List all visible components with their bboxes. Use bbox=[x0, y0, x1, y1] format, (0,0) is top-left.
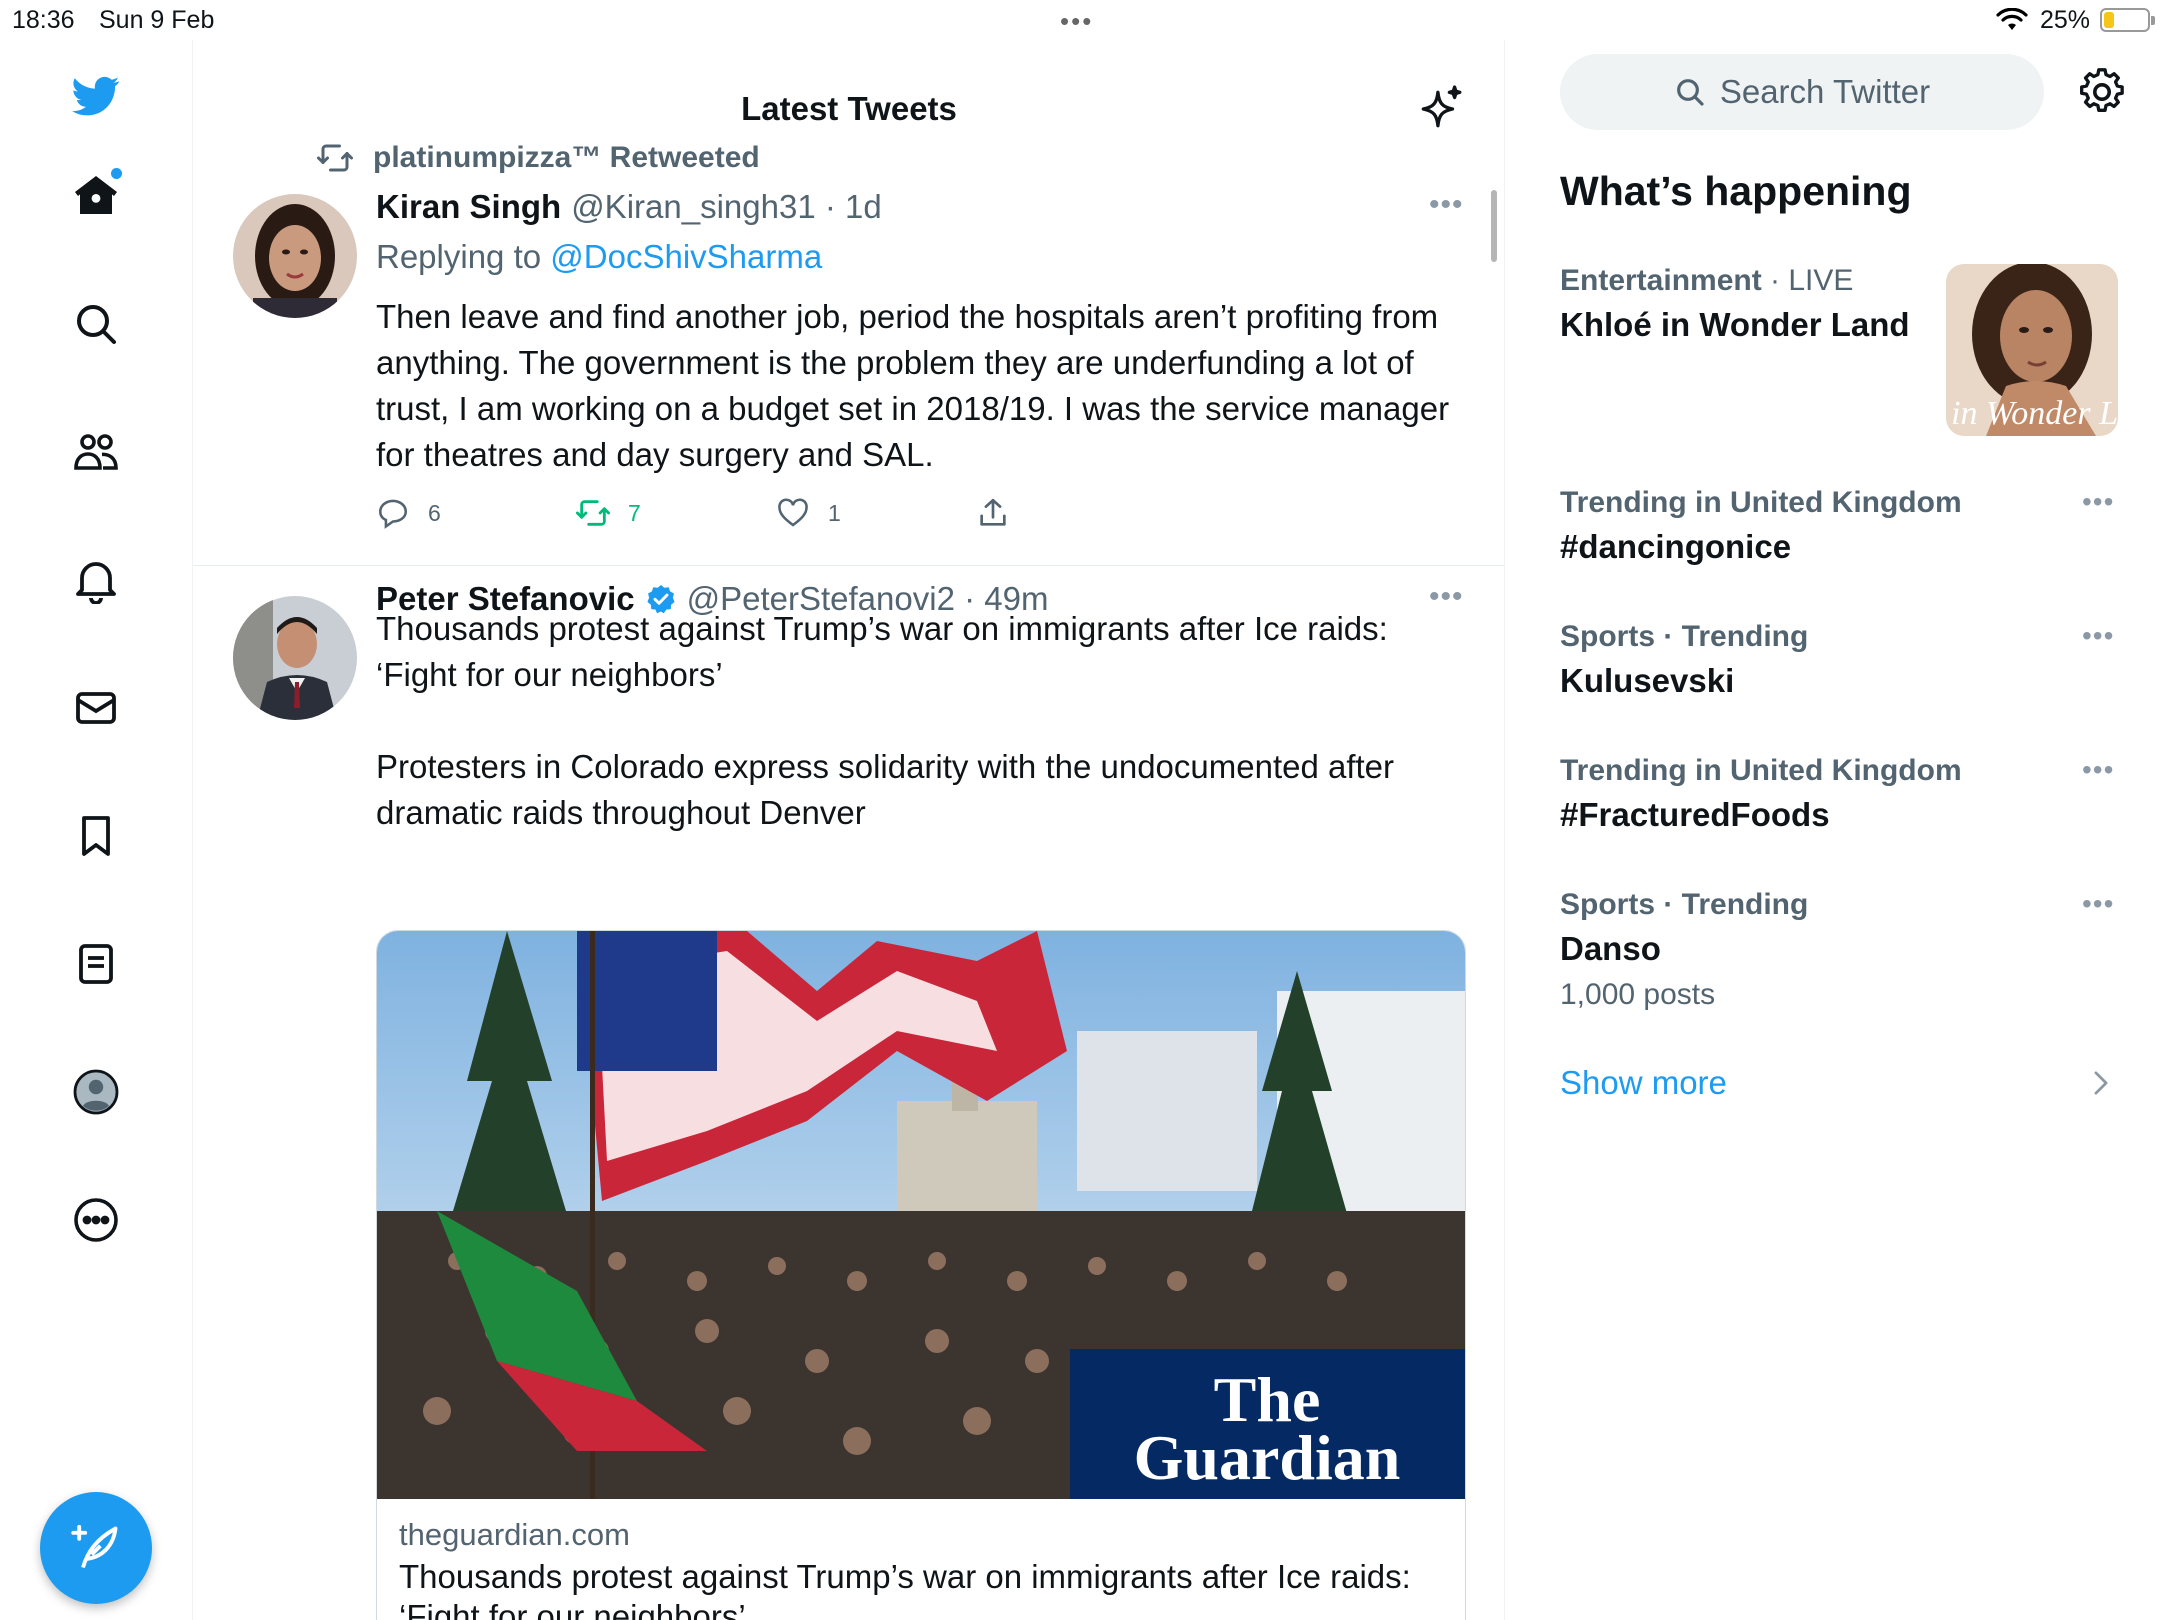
search-icon[interactable] bbox=[56, 284, 136, 364]
trend-category: Sports · Trending bbox=[1560, 888, 1809, 921]
guardian-logo-text-2: Guardian bbox=[1134, 1422, 1401, 1493]
retweet-icon bbox=[317, 144, 353, 172]
link-card[interactable]: The Guardian theguardian.com Thousands p… bbox=[376, 930, 1466, 1620]
heart-icon bbox=[778, 498, 808, 527]
lists-icon[interactable] bbox=[56, 924, 136, 1004]
communities-icon[interactable] bbox=[56, 412, 136, 492]
like-button[interactable]: 1 bbox=[776, 496, 841, 530]
twitter-logo-icon[interactable] bbox=[56, 56, 136, 136]
wifi-icon bbox=[1996, 8, 2028, 30]
reply-mention-link[interactable]: @DocShivSharma bbox=[550, 238, 822, 275]
trend-item[interactable]: Sports · Trending Danso 1,000 posts bbox=[1560, 888, 2120, 1012]
retweet-count: 7 bbox=[628, 499, 641, 526]
battery-icon bbox=[2100, 8, 2155, 32]
author-name[interactable]: Kiran Singh bbox=[376, 188, 561, 226]
left-navigation bbox=[0, 40, 193, 1620]
tweet[interactable]: Peter Stefanovic @PeterStefanovi2 · 49m … bbox=[193, 566, 1504, 1620]
messages-icon[interactable] bbox=[56, 668, 136, 748]
share-icon bbox=[980, 498, 1006, 526]
trend-category: Trending in United Kingdom bbox=[1560, 486, 1962, 519]
notifications-icon[interactable] bbox=[56, 540, 136, 620]
status-bar: 18:36 Sun 9 Feb ••• 25% bbox=[0, 0, 2160, 40]
profile-icon[interactable] bbox=[56, 1052, 136, 1132]
replying-to: Replying to @DocShivSharma bbox=[376, 238, 822, 276]
avatar[interactable] bbox=[233, 194, 357, 318]
retweeted-by: platinumpizza™ Retweeted bbox=[315, 140, 760, 176]
retweet-button[interactable]: 7 bbox=[576, 496, 641, 530]
show-more-link[interactable]: Show more bbox=[1560, 1064, 1727, 1102]
trend-live: · LIVE bbox=[1761, 264, 1854, 297]
link-card-domain: theguardian.com bbox=[399, 1517, 630, 1552]
like-count: 1 bbox=[828, 499, 841, 526]
trend-more-icon[interactable]: ••• bbox=[2082, 888, 2114, 920]
tweet[interactable]: platinumpizza™ Retweeted Kiran Singh @Ki… bbox=[193, 40, 1504, 570]
compose-icon bbox=[71, 1524, 118, 1569]
chevron-right-icon[interactable] bbox=[2088, 1066, 2114, 1100]
notification-dot bbox=[111, 168, 122, 179]
more-icon[interactable] bbox=[56, 1180, 136, 1260]
section-title: What’s happening bbox=[1560, 168, 1912, 214]
tweet-text: Then leave and find another job, period … bbox=[376, 298, 1459, 473]
tweet-more-icon[interactable]: ••• bbox=[1429, 188, 1464, 222]
trend-name: #dancingonice bbox=[1560, 528, 1792, 565]
avatar[interactable] bbox=[233, 596, 357, 720]
trend-category: Trending in United Kingdom bbox=[1560, 754, 1962, 787]
trend-item[interactable]: Sports · Trending Kulusevski bbox=[1560, 620, 2120, 700]
search-placeholder: Search Twitter bbox=[1719, 73, 1931, 110]
trend-item[interactable]: Trending in United Kingdom #FracturedFoo… bbox=[1560, 754, 2120, 834]
trend-thumbnail[interactable]: é in Wonder L bbox=[1946, 264, 2118, 436]
link-card-image: The Guardian bbox=[377, 931, 1465, 1499]
share-button[interactable] bbox=[976, 496, 1010, 530]
tweet-actions: 6 7 1 bbox=[376, 496, 1276, 536]
timeline: Latest Tweets platinumpizza™ Retweeted K… bbox=[193, 40, 1505, 1620]
home-icon[interactable] bbox=[56, 156, 136, 236]
trend-more-icon[interactable]: ••• bbox=[2082, 486, 2114, 518]
reply-button[interactable]: 6 bbox=[376, 496, 441, 530]
author-handle-time: @Kiran_singh31 · 1d bbox=[571, 188, 882, 225]
link-card-title: Thousands protest against Trump’s war on… bbox=[399, 1558, 1411, 1620]
replying-prefix: Replying to bbox=[376, 238, 542, 275]
status-date: Sun 9 Feb bbox=[99, 6, 215, 34]
trend-name: Danso bbox=[1560, 930, 1661, 967]
tweet-author-row: Kiran Singh @Kiran_singh31 · 1d bbox=[376, 188, 882, 226]
retweeted-by-label: platinumpizza™ Retweeted bbox=[373, 141, 760, 174]
trend-category: Entertainment bbox=[1560, 264, 1762, 297]
trend-thumbnail-text: é in Wonder L bbox=[1946, 395, 2118, 432]
reply-icon bbox=[378, 499, 408, 529]
trend-more-icon[interactable]: ••• bbox=[2082, 620, 2114, 652]
retweet-icon bbox=[576, 500, 610, 526]
trend-name: Kulusevski bbox=[1560, 662, 1735, 699]
multitasking-dots-icon[interactable]: ••• bbox=[1060, 6, 1093, 37]
trend-more-icon[interactable]: ••• bbox=[2082, 754, 2114, 786]
compose-tweet-button[interactable] bbox=[40, 1492, 152, 1604]
bookmarks-icon[interactable] bbox=[56, 796, 136, 876]
tweet-text: Thousands protest against Trump’s war on… bbox=[376, 610, 1395, 831]
right-sidebar: Search Twitter What’s happening Entertai… bbox=[1506, 40, 2160, 1620]
search-icon bbox=[1676, 79, 1704, 106]
reply-count: 6 bbox=[428, 499, 441, 526]
trend-item[interactable]: Trending in United Kingdom #dancingonice bbox=[1560, 486, 2120, 566]
trend-category: Sports · Trending bbox=[1560, 620, 1809, 653]
settings-gear-icon[interactable] bbox=[2078, 68, 2126, 116]
trend-post-count: 1,000 posts bbox=[1560, 978, 1716, 1011]
status-time: 18:36 bbox=[12, 6, 75, 34]
trend-name: #FracturedFoods bbox=[1560, 796, 1830, 833]
battery-percent: 25% bbox=[2040, 6, 2091, 34]
search-box[interactable]: Search Twitter bbox=[1560, 54, 2044, 130]
